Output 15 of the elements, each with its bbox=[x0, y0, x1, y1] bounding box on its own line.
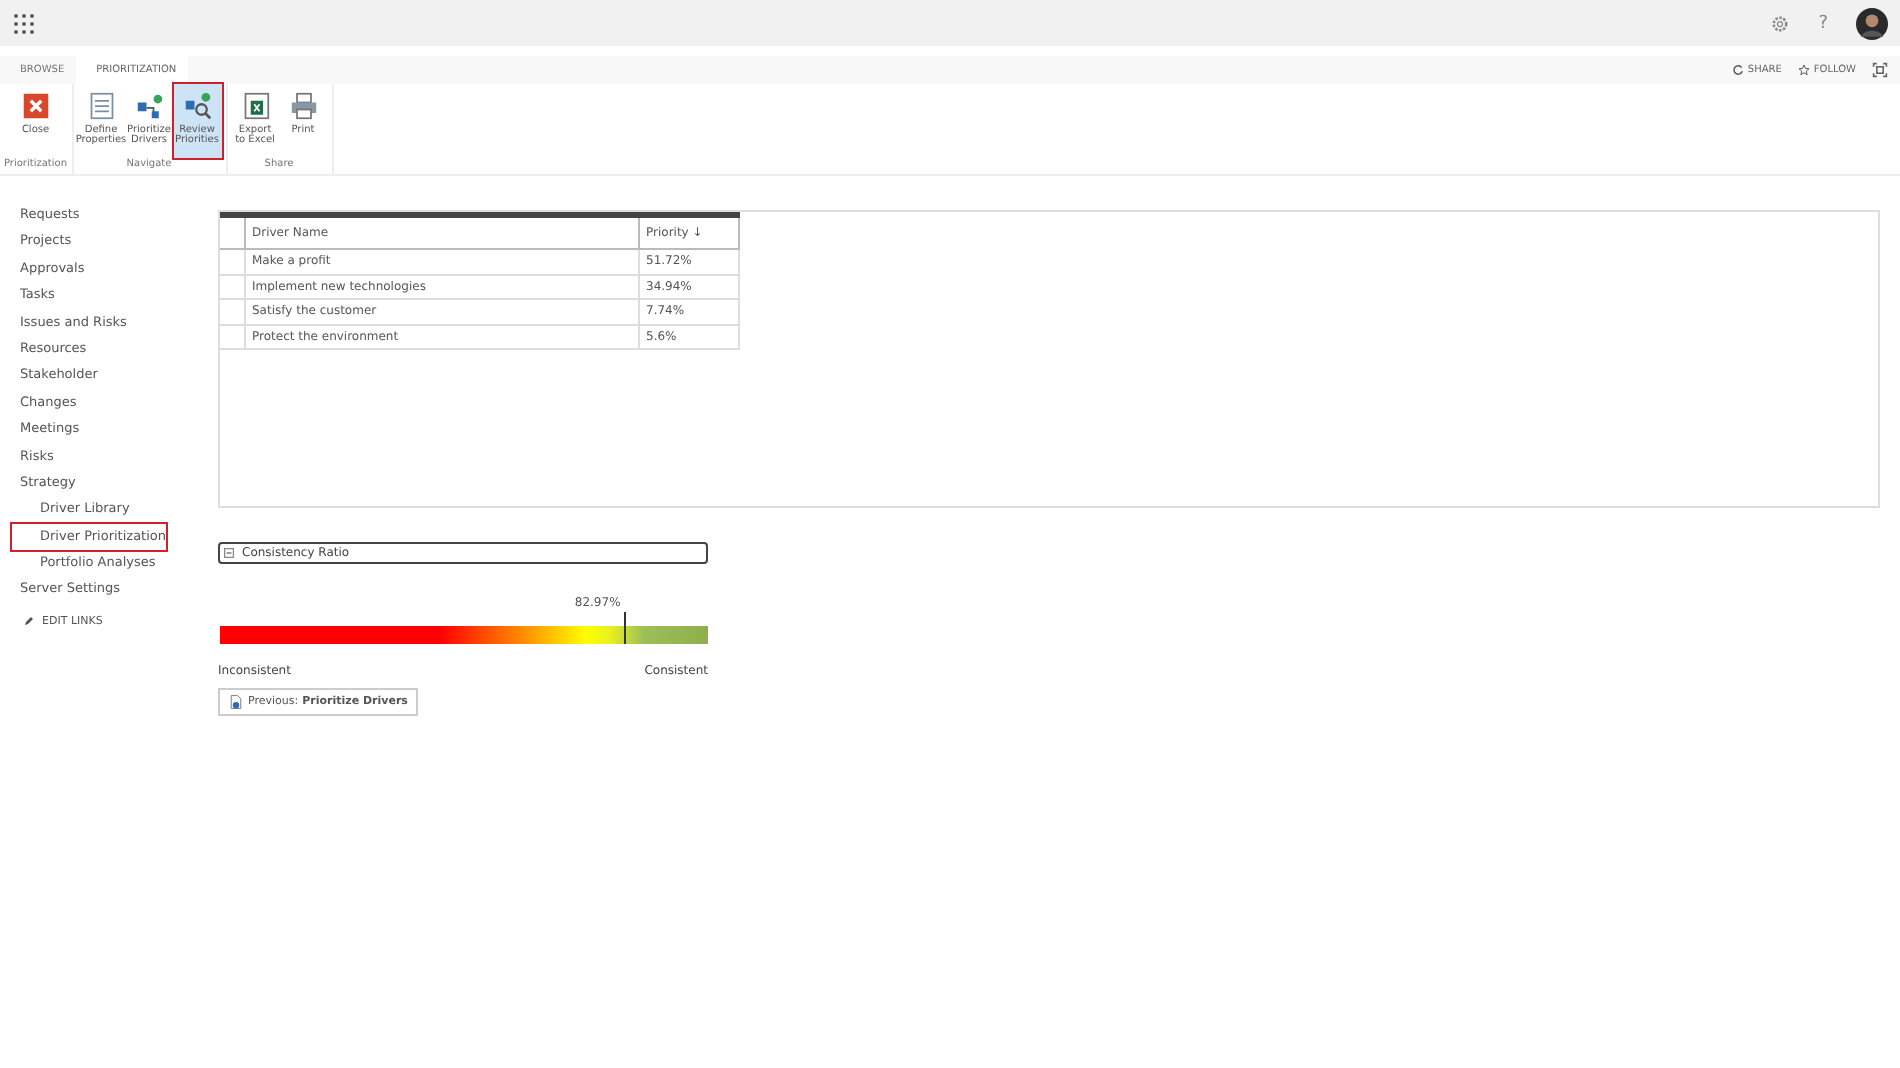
refresh-icon bbox=[1731, 64, 1744, 76]
nodes-icon bbox=[135, 92, 163, 120]
close-icon bbox=[21, 92, 50, 120]
pencil-icon bbox=[24, 616, 34, 627]
printer-icon bbox=[289, 92, 317, 120]
document-icon bbox=[228, 694, 244, 710]
magnifier-icon bbox=[183, 92, 211, 120]
focus-icon[interactable] bbox=[1872, 62, 1888, 78]
collapse-icon[interactable] bbox=[224, 548, 234, 558]
settings-icon[interactable] bbox=[1770, 13, 1791, 33]
app-launcher-icon[interactable] bbox=[14, 13, 34, 33]
spreadsheet-icon bbox=[241, 92, 269, 120]
avatar[interactable] bbox=[1856, 7, 1888, 39]
list-icon bbox=[87, 92, 115, 120]
star-icon bbox=[1797, 64, 1810, 76]
